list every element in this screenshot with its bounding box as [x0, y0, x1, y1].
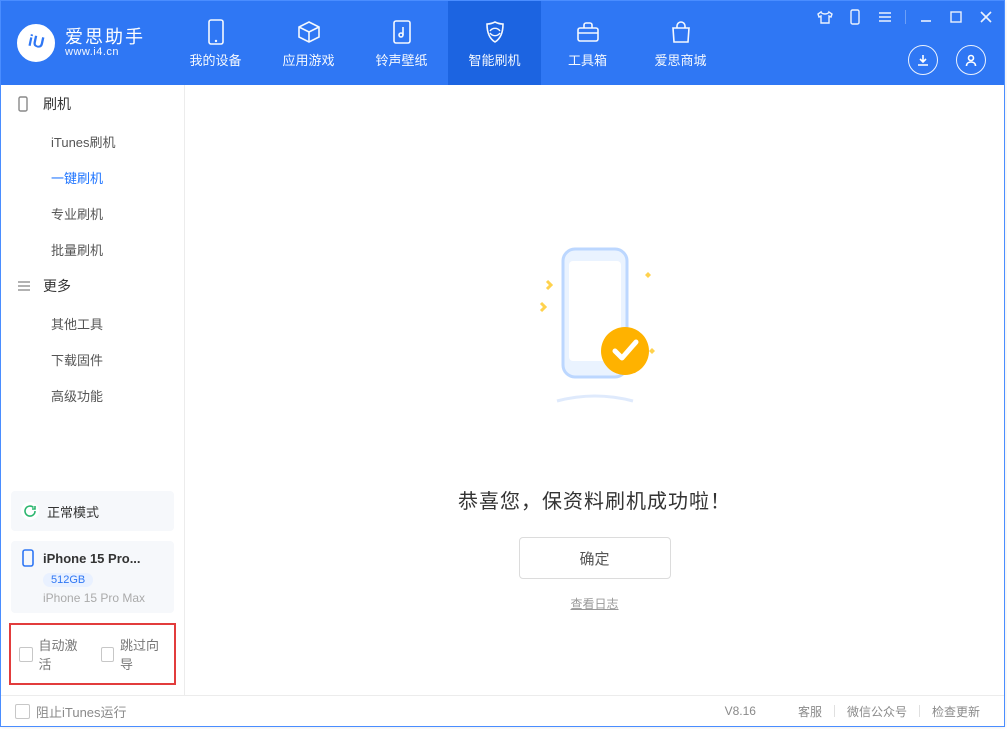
- tab-apps-games[interactable]: 应用游戏: [262, 1, 355, 85]
- wechat-link[interactable]: 微信公众号: [847, 703, 907, 720]
- sidebar-group-more[interactable]: 更多: [1, 267, 184, 305]
- main-content: 恭喜您，保资料刷机成功啦！ 确定 查看日志: [185, 85, 1004, 695]
- tab-store[interactable]: 爱思商城: [634, 1, 727, 85]
- device-icon: [202, 18, 230, 46]
- phone-icon: [17, 96, 33, 112]
- toolbox-icon: [574, 18, 602, 46]
- phone-icon: [21, 549, 35, 567]
- window-controls: [815, 7, 996, 27]
- sidebar-group-flash[interactable]: 刷机: [1, 85, 184, 123]
- header-actions: [908, 45, 986, 75]
- ok-button[interactable]: 确定: [519, 537, 671, 579]
- list-icon: [17, 280, 33, 292]
- sidebar-item-one-click-flash[interactable]: 一键刷机: [1, 159, 184, 195]
- checkbox-icon: [101, 647, 115, 662]
- device-mode-card[interactable]: 正常模式: [11, 491, 174, 531]
- device-card[interactable]: iPhone 15 Pro... 512GB iPhone 15 Pro Max: [11, 541, 174, 613]
- tab-toolbox[interactable]: 工具箱: [541, 1, 634, 85]
- skip-wizard-checkbox[interactable]: 跳过向导: [101, 635, 167, 673]
- account-button[interactable]: [956, 45, 986, 75]
- sidebar-bottom: 正常模式 iPhone 15 Pro... 512GB iPhone 15 Pr…: [1, 483, 184, 695]
- sidebar-group-title: 刷机: [43, 94, 71, 114]
- footer: 阻止iTunes运行 V8.16 客服 微信公众号 检查更新: [1, 695, 1004, 726]
- top-tabs: 我的设备 应用游戏 铃声壁纸 智能刷机: [169, 1, 727, 85]
- sidebar-item-itunes-flash[interactable]: iTunes刷机: [1, 123, 184, 159]
- app-window: iU 爱思助手 www.i4.cn 我的设备 应用游戏: [0, 0, 1005, 727]
- bag-icon: [667, 18, 695, 46]
- sidebar-item-pro-flash[interactable]: 专业刷机: [1, 195, 184, 231]
- refresh-icon: [21, 502, 39, 520]
- device-capacity: 512GB: [43, 573, 93, 587]
- shield-icon: [481, 18, 509, 46]
- sidebar-item-advanced[interactable]: 高级功能: [1, 377, 184, 413]
- flash-options: 自动激活 跳过向导: [9, 623, 176, 685]
- block-itunes-checkbox[interactable]: 阻止iTunes运行: [15, 702, 127, 721]
- body: 刷机 iTunes刷机 一键刷机 专业刷机 批量刷机 更多 其他工具 下载固件 …: [1, 85, 1004, 695]
- sidebar-group-title: 更多: [43, 276, 71, 296]
- phone-icon[interactable]: [845, 7, 865, 27]
- menu-icon[interactable]: [875, 7, 895, 27]
- sidebar-item-other-tools[interactable]: 其他工具: [1, 305, 184, 341]
- device-full-name: iPhone 15 Pro Max: [43, 591, 164, 605]
- device-name: iPhone 15 Pro...: [43, 551, 141, 566]
- auto-activate-checkbox[interactable]: 自动激活: [19, 635, 85, 673]
- version-label: V8.16: [725, 704, 756, 718]
- check-update-link[interactable]: 检查更新: [932, 703, 980, 720]
- close-button[interactable]: [976, 7, 996, 27]
- skin-icon[interactable]: [815, 7, 835, 27]
- tab-ringtones[interactable]: 铃声壁纸: [355, 1, 448, 85]
- success-illustration: [485, 231, 705, 411]
- maximize-button[interactable]: [946, 7, 966, 27]
- checkbox-icon: [19, 647, 33, 662]
- support-link[interactable]: 客服: [798, 703, 822, 720]
- brand: iU 爱思助手 www.i4.cn: [1, 1, 163, 85]
- brand-text: 爱思助手 www.i4.cn: [65, 28, 145, 58]
- sidebar: 刷机 iTunes刷机 一键刷机 专业刷机 批量刷机 更多 其他工具 下载固件 …: [1, 85, 185, 695]
- download-button[interactable]: [908, 45, 938, 75]
- minimize-button[interactable]: [916, 7, 936, 27]
- separator: [905, 10, 906, 24]
- tab-my-device[interactable]: 我的设备: [169, 1, 262, 85]
- tab-flash[interactable]: 智能刷机: [448, 1, 541, 85]
- brand-name: 爱思助手: [65, 28, 145, 46]
- device-mode-text: 正常模式: [47, 502, 99, 521]
- sidebar-item-batch-flash[interactable]: 批量刷机: [1, 231, 184, 267]
- cube-icon: [295, 18, 323, 46]
- checkbox-icon: [15, 704, 30, 719]
- brand-logo: iU: [17, 24, 55, 62]
- success-message: 恭喜您，保资料刷机成功啦！: [458, 485, 731, 514]
- view-log-link[interactable]: 查看日志: [570, 595, 618, 612]
- sidebar-item-download-firmware[interactable]: 下载固件: [1, 341, 184, 377]
- music-icon: [388, 18, 416, 46]
- brand-url: www.i4.cn: [65, 46, 145, 58]
- header: iU 爱思助手 www.i4.cn 我的设备 应用游戏: [1, 1, 1004, 85]
